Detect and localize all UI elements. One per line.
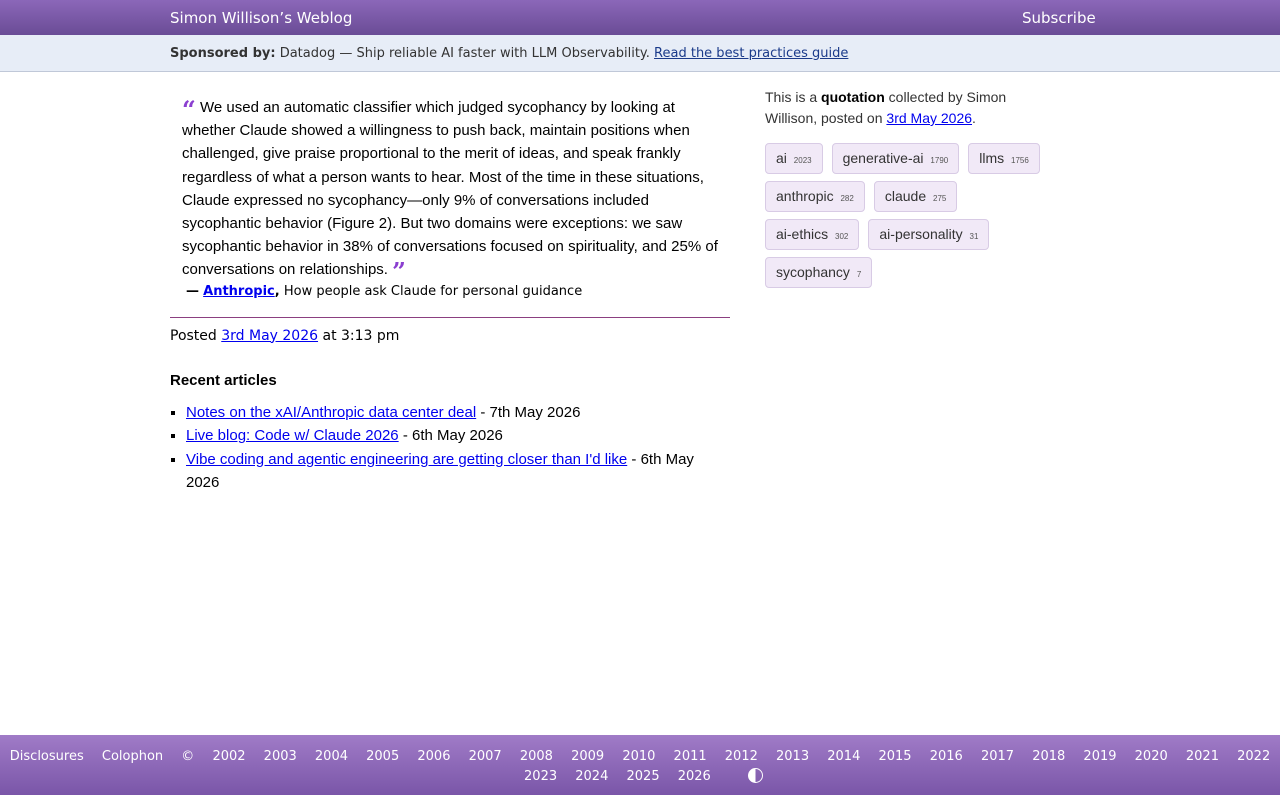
tag-count: 1756 [1011,156,1029,165]
close-quote-mark: ” [392,257,406,287]
year-link-2026[interactable]: 2026 [678,769,711,784]
tag-name: llms [979,150,1005,166]
posted-line: Posted 3rd May 2026 at 3:13 pm [170,328,730,344]
tag-llms[interactable]: llms 1756 [968,143,1040,174]
about-entry: This is a quotation collected by Simon W… [765,87,1035,129]
year-link-2015[interactable]: 2015 [878,749,911,764]
sidebar: This is a quotation collected by Simon W… [765,87,1055,295]
tag-count: 1790 [930,156,949,165]
tag-list: ai 2023 generative-ai 1790 llms 1756 ant… [765,143,1055,295]
tag-sycophancy[interactable]: sycophancy 7 [765,257,873,288]
year-link-2019[interactable]: 2019 [1083,749,1116,764]
sponsor-label: Sponsored by: [170,46,276,61]
site-header: Simon Willison’s Weblog Subscribe [0,0,1280,35]
year-link-2004[interactable]: 2004 [315,749,348,764]
tag-anthropic[interactable]: anthropic 282 [765,181,865,212]
about-end: . [972,110,976,126]
site-footer: Disclosures Colophon © 2002 2003 2004 20… [0,735,1280,795]
recent-article-date: - 6th May 2026 [402,427,503,445]
entry-type: quotation [821,89,885,105]
year-link-2014[interactable]: 2014 [827,749,860,764]
main-content: “ We used an automatic classifier which … [170,88,730,495]
recent-article-link[interactable]: Vibe coding and agentic engineering are … [186,451,627,468]
tag-name: ai-ethics [776,226,829,242]
recent-article-link[interactable]: Notes on the xAI/Anthropic data center d… [186,404,476,421]
year-link-2009[interactable]: 2009 [571,749,604,764]
tag-claude[interactable]: claude 275 [873,181,958,212]
list-item: Notes on the xAI/Anthropic data center d… [186,401,730,425]
tag-ai[interactable]: ai 2023 [765,143,823,174]
sponsor-link[interactable]: Read the best practices guide [654,46,848,61]
posted-prefix: Posted [170,327,217,344]
year-link-2007[interactable]: 2007 [469,749,502,764]
source-link[interactable]: Anthropic [203,284,275,299]
recent-article-link[interactable]: Live blog: Code w/ Claude 2026 [186,427,399,444]
tag-generative-ai[interactable]: generative-ai 1790 [831,143,960,174]
year-link-2011[interactable]: 2011 [674,749,707,764]
year-link-2010[interactable]: 2010 [622,749,655,764]
tag-name: anthropic [776,188,834,204]
tag-ai-personality[interactable]: ai-personality 31 [868,219,990,250]
disclosures-link[interactable]: Disclosures [10,749,84,764]
site-title-link[interactable]: Simon Willison’s Weblog [170,9,352,27]
year-link-2003[interactable]: 2003 [264,749,297,764]
list-item: Vibe coding and agentic engineering are … [186,448,730,495]
year-link-2006[interactable]: 2006 [417,749,450,764]
year-link-2021[interactable]: 2021 [1186,749,1219,764]
about-date-link[interactable]: 3rd May 2026 [886,110,972,126]
contrast-toggle-icon[interactable] [747,768,763,783]
tag-count: 282 [840,194,854,203]
tag-name: ai [776,150,787,166]
year-link-2024[interactable]: 2024 [575,769,608,784]
sponsor-bar: Sponsored by: Datadog — Ship reliable AI… [0,35,1280,72]
divider [170,316,730,318]
about-prefix: This is a [765,89,818,105]
copyright-symbol: © [181,749,195,764]
tag-name: claude [884,188,927,204]
posted-date-link[interactable]: 3rd May 2026 [221,328,318,344]
recent-articles-list: Notes on the xAI/Anthropic data center d… [170,401,730,495]
year-link-2005[interactable]: 2005 [366,749,399,764]
year-link-2018[interactable]: 2018 [1032,749,1065,764]
year-link-2017[interactable]: 2017 [981,749,1014,764]
footer-links: Disclosures Colophon © 2002 2003 2004 20… [0,747,1280,787]
year-link-2008[interactable]: 2008 [520,749,553,764]
tag-count: 2023 [793,156,812,165]
year-link-2002[interactable]: 2002 [212,749,245,764]
posted-time: at 3:13 pm [322,327,400,344]
tag-name: sycophancy [776,264,850,280]
tag-count: 302 [835,232,849,241]
quotation: “ We used an automatic classifier which … [170,88,730,284]
tag-name: generative-ai [842,150,924,166]
year-link-2025[interactable]: 2025 [627,769,660,784]
list-item: Live blog: Code w/ Claude 2026 - 6th May… [186,424,730,448]
quotation-text: We used an automatic classifier which ju… [182,99,718,279]
year-link-2013[interactable]: 2013 [776,749,809,764]
year-link-2012[interactable]: 2012 [725,749,758,764]
year-link-2016[interactable]: 2016 [930,749,963,764]
quotation-citation: — Anthropic, How people ask Claude for p… [186,283,583,299]
tag-count: 31 [969,232,979,241]
source-title: How people ask Claude for personal guida… [283,283,583,299]
year-link-2020[interactable]: 2020 [1135,749,1168,764]
year-link-2023[interactable]: 2023 [524,769,557,784]
open-quote-mark: “ [182,95,196,124]
colophon-link[interactable]: Colophon [102,749,163,764]
recent-articles-heading: Recent articles [170,371,277,389]
cite-dash: — [186,283,199,299]
recent-article-date: - 7th May 2026 [480,403,581,421]
subscribe-link[interactable]: Subscribe [1022,9,1096,27]
tag-name: ai-personality [879,226,963,242]
tag-count: 7 [856,270,862,279]
year-link-2022[interactable]: 2022 [1237,749,1270,764]
tag-ai-ethics[interactable]: ai-ethics 302 [765,219,860,250]
tag-count: 275 [933,194,947,203]
sponsor-text: Datadog — Ship reliable AI faster with L… [279,46,650,61]
